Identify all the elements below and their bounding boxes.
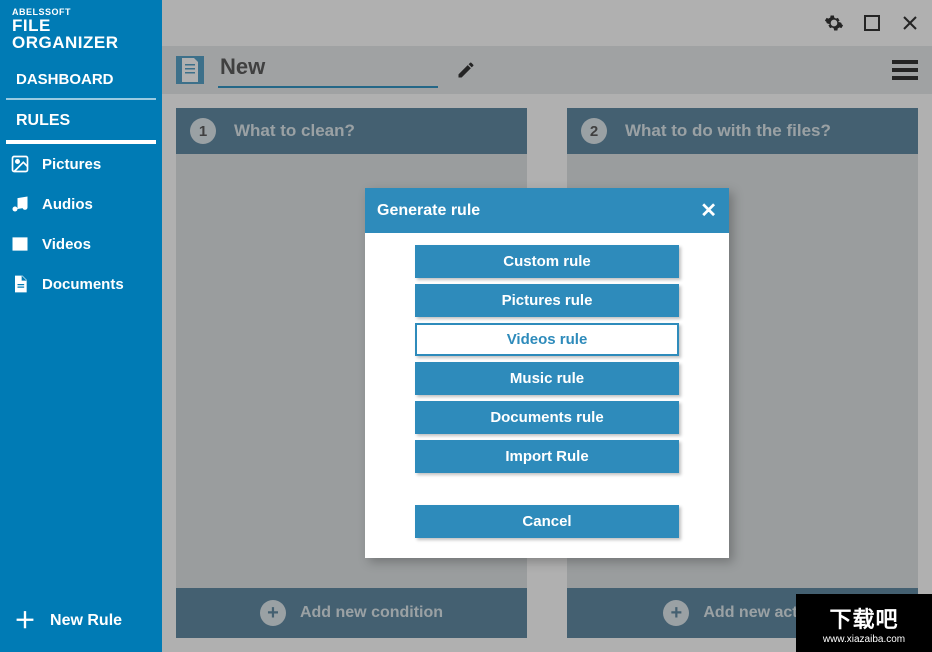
sidebar-item-label: Videos — [42, 236, 91, 253]
watermark-url: www.xiazaiba.com — [823, 634, 905, 645]
nav-rules[interactable]: RULES — [6, 100, 156, 144]
watermark: 下载吧 www.xiazaiba.com — [796, 594, 932, 652]
music-rule-button[interactable]: Music rule — [415, 362, 679, 395]
dialog-header: Generate rule ✕ — [365, 188, 729, 233]
cancel-button[interactable]: Cancel — [415, 505, 679, 538]
import-rule-button[interactable]: Import Rule — [415, 440, 679, 473]
brand-logo: ABELSSOFT FILE ORGANIZER — [0, 0, 162, 59]
sidebar-item-documents[interactable]: Documents — [0, 264, 162, 304]
generate-rule-dialog: Generate rule ✕ Custom rule Pictures rul… — [365, 188, 729, 558]
music-icon — [10, 194, 30, 214]
dialog-close-button[interactable]: ✕ — [700, 198, 717, 223]
brand-bottom-text: FILE ORGANIZER — [12, 17, 150, 51]
sidebar-item-label: Audios — [42, 196, 93, 213]
custom-rule-button[interactable]: Custom rule — [415, 245, 679, 278]
documents-rule-button[interactable]: Documents rule — [415, 401, 679, 434]
sidebar-item-label: Pictures — [42, 156, 101, 173]
sidebar-item-label: Documents — [42, 276, 124, 293]
new-rule-label: New Rule — [50, 612, 122, 630]
watermark-text: 下载吧 — [829, 602, 898, 634]
pictures-rule-button[interactable]: Pictures rule — [415, 284, 679, 317]
sidebar-item-audios[interactable]: Audios — [0, 184, 162, 224]
modal-overlay: Generate rule ✕ Custom rule Pictures rul… — [162, 0, 932, 652]
video-icon — [10, 234, 30, 254]
pictures-icon — [10, 154, 30, 174]
sidebar: ABELSSOFT FILE ORGANIZER DASHBOARD RULES… — [0, 0, 162, 652]
document-icon — [10, 274, 30, 294]
dialog-title: Generate rule — [377, 202, 480, 220]
sidebar-item-pictures[interactable]: Pictures — [0, 144, 162, 184]
videos-rule-button[interactable]: Videos rule — [415, 323, 679, 356]
plus-icon: ＋ — [14, 610, 36, 632]
sidebar-item-videos[interactable]: Videos — [0, 224, 162, 264]
main-area: New 1 What to clean? + Add new condition — [162, 0, 932, 652]
nav-dashboard[interactable]: DASHBOARD — [6, 59, 156, 100]
new-rule-button[interactable]: ＋ New Rule — [0, 594, 162, 652]
